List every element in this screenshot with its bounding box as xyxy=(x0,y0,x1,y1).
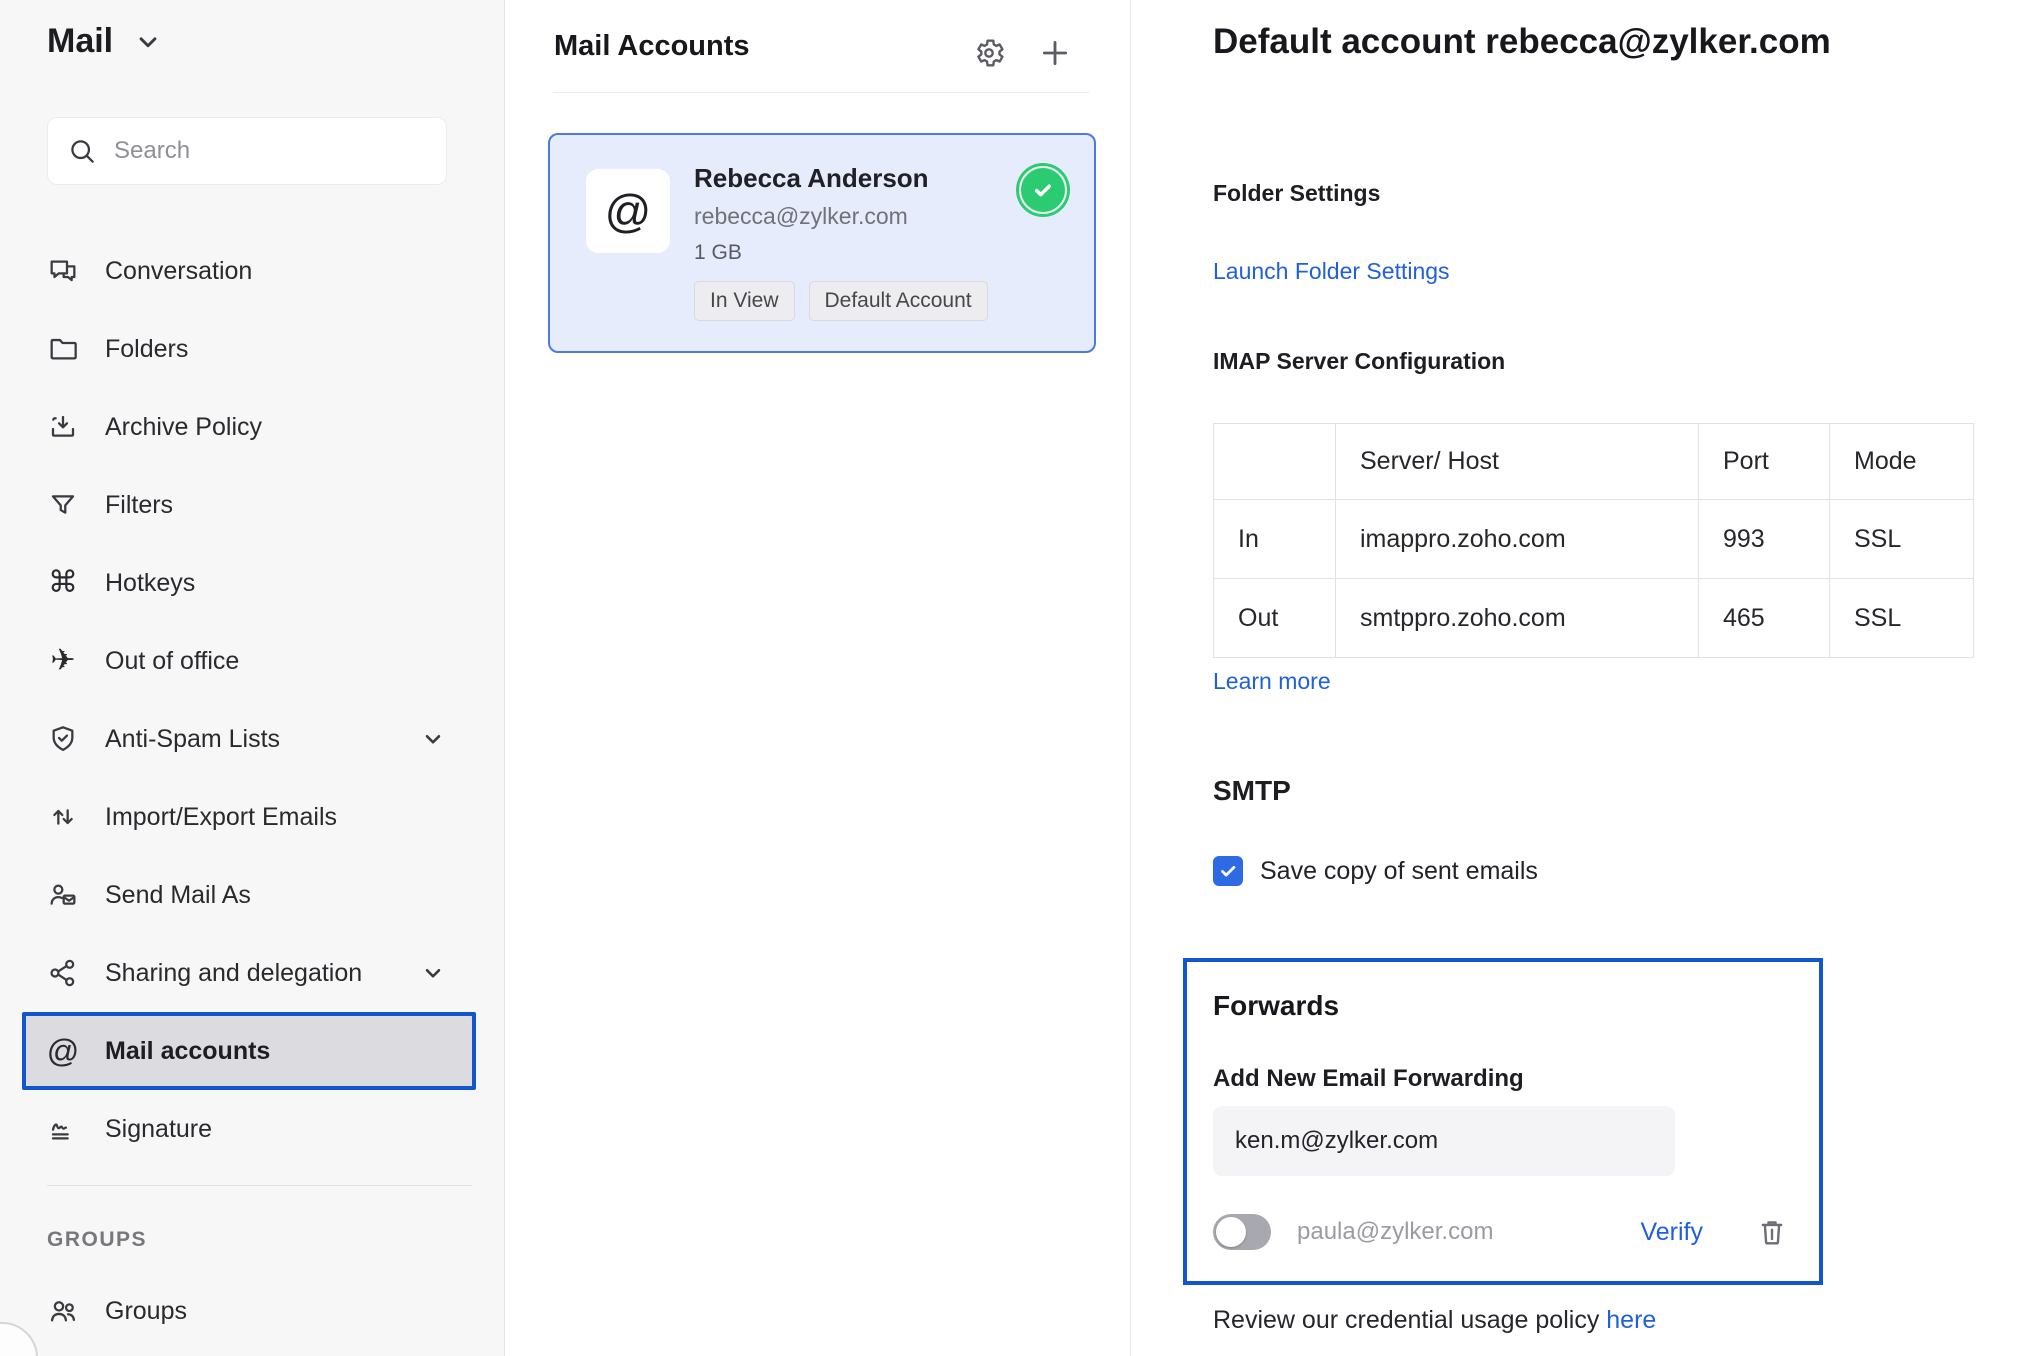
archive-icon xyxy=(47,411,79,443)
imap-config-heading: IMAP Server Configuration xyxy=(1213,348,1506,374)
pending-forward-row: paula@zylker.com Verify xyxy=(1213,1212,1789,1252)
account-detail-panel: Default account rebecca@zylker.com Folde… xyxy=(1132,0,2036,1356)
gear-icon[interactable] xyxy=(972,36,1006,70)
chevron-down-icon[interactable] xyxy=(420,960,446,986)
command-icon: ⌘ xyxy=(48,566,78,599)
search-input[interactable] xyxy=(114,137,428,165)
sidebar-item-mail-accounts[interactable]: @ Mail accounts xyxy=(22,1012,476,1090)
cell-mode: SSL xyxy=(1829,578,1974,658)
cell-server: imappro.zoho.com xyxy=(1335,499,1699,579)
folder-settings-heading: Folder Settings xyxy=(1213,180,1381,206)
panel-divider xyxy=(553,92,1089,93)
sidebar-item-signature[interactable]: Signature xyxy=(0,1090,504,1168)
forward-email-input[interactable] xyxy=(1213,1106,1675,1176)
at-icon: @ xyxy=(46,1033,80,1069)
detail-title: Default account rebecca@zylker.com xyxy=(1213,22,1831,61)
plane-icon: ✈ xyxy=(50,644,76,677)
table-row-out: Out smtppro.zoho.com 465 SSL xyxy=(1213,578,1974,658)
forwards-heading: Forwards xyxy=(1213,990,1340,1021)
signature-icon xyxy=(47,1113,79,1145)
app-title: Mail xyxy=(47,22,114,60)
shield-check-icon xyxy=(47,723,79,755)
sidebar-item-filters[interactable]: Filters xyxy=(0,466,504,544)
panel-title: Mail Accounts xyxy=(554,30,750,62)
credential-policy-line: Review our credential usage policy here xyxy=(1213,1306,1656,1335)
sidebar-item-hotkeys[interactable]: ⌘ Hotkeys xyxy=(0,544,504,622)
forward-toggle-off[interactable] xyxy=(1213,1214,1271,1250)
folder-icon xyxy=(47,333,79,365)
imap-config-table: Server/ Host Port Mode In imappro.zoho.c… xyxy=(1213,423,1974,658)
people-icon xyxy=(47,1295,79,1327)
cell-direction: In xyxy=(1213,499,1336,579)
badge-default-account: Default Account xyxy=(808,281,988,321)
panel-actions xyxy=(972,36,1072,70)
cell-mode: SSL xyxy=(1829,499,1974,579)
mail-accounts-panel: Mail Accounts @ Rebecca Anderson rebecca… xyxy=(506,0,1131,1356)
table-header-port: Port xyxy=(1698,423,1830,500)
chevron-down-icon[interactable] xyxy=(420,726,446,752)
sidebar-item-send-mail-as[interactable]: Send Mail As xyxy=(0,856,504,934)
cell-direction: Out xyxy=(1213,578,1336,658)
account-card[interactable]: @ Rebecca Anderson rebecca@zylker.com 1 … xyxy=(548,133,1096,353)
search-icon xyxy=(66,135,98,167)
filter-icon xyxy=(47,489,79,521)
sidebar-item-anti-spam-lists[interactable]: Anti-Spam Lists xyxy=(0,700,504,778)
table-header-row: Server/ Host Port Mode xyxy=(1213,423,1974,500)
search-box xyxy=(47,117,447,185)
zoho-mail-settings-screen: Mail Conversation Folders xyxy=(0,0,2036,1356)
sidebar-item-archive-policy[interactable]: Archive Policy xyxy=(0,388,504,466)
trash-icon[interactable] xyxy=(1755,1215,1789,1249)
send-mail-as-icon xyxy=(47,879,79,911)
sidebar-item-sharing-and-delegation[interactable]: Sharing and delegation xyxy=(0,934,504,1012)
account-email: rebecca@zylker.com xyxy=(694,203,908,229)
policy-here-link[interactable]: here xyxy=(1606,1306,1656,1334)
badge-in-view: In View xyxy=(694,281,795,321)
sidebar-item-out-of-office[interactable]: ✈ Out of office xyxy=(0,622,504,700)
launch-folder-settings-link[interactable]: Launch Folder Settings xyxy=(1213,258,1450,285)
table-header-mode: Mode xyxy=(1829,423,1974,500)
app-switcher[interactable]: Mail xyxy=(47,22,163,61)
sidebar-item-import-export-emails[interactable]: Import/Export Emails xyxy=(0,778,504,856)
account-name: Rebecca Anderson xyxy=(694,163,929,193)
save-copy-checkbox-row[interactable]: Save copy of sent emails xyxy=(1213,856,1538,886)
conversation-icon xyxy=(47,255,79,287)
policy-text: Review our credential usage policy xyxy=(1213,1306,1607,1334)
pending-forward-email: paula@zylker.com xyxy=(1297,1218,1494,1245)
cell-server: smtppro.zoho.com xyxy=(1335,578,1699,658)
verify-link[interactable]: Verify xyxy=(1640,1218,1703,1247)
groups-section-header: GROUPS xyxy=(47,1228,148,1251)
account-avatar-at-icon: @ xyxy=(586,169,670,253)
save-copy-label: Save copy of sent emails xyxy=(1260,856,1538,885)
sidebar-item-conversation[interactable]: Conversation xyxy=(0,232,504,310)
add-account-icon[interactable] xyxy=(1038,36,1072,70)
learn-more-link[interactable]: Learn more xyxy=(1213,668,1331,695)
checkbox-checked-icon[interactable] xyxy=(1213,856,1243,886)
toggle-knob xyxy=(1216,1217,1246,1247)
sidebar-item-folders[interactable]: Folders xyxy=(0,310,504,388)
settings-sidebar: Mail Conversation Folders xyxy=(0,0,505,1356)
account-badges: In View Default Account xyxy=(694,281,988,321)
verified-check-icon xyxy=(1016,163,1070,217)
sidebar-item-groups[interactable]: Groups xyxy=(0,1272,504,1350)
add-forwarding-label: Add New Email Forwarding xyxy=(1213,1065,1524,1092)
sidebar-nav: Conversation Folders Archive Policy Filt… xyxy=(0,232,504,1168)
forwards-section: Forwards Add New Email Forwarding paula@… xyxy=(1183,958,1823,1285)
import-export-icon xyxy=(47,801,79,833)
table-header-empty xyxy=(1213,423,1336,500)
groups-section: Groups xyxy=(0,1272,504,1350)
share-icon xyxy=(47,957,79,989)
account-storage: 1 GB xyxy=(694,241,742,264)
chevron-down-icon xyxy=(133,27,163,57)
smtp-heading: SMTP xyxy=(1213,775,1291,806)
cell-port: 993 xyxy=(1698,499,1830,579)
table-row-in: In imappro.zoho.com 993 SSL xyxy=(1213,499,1974,579)
cell-port: 465 xyxy=(1698,578,1830,658)
table-header-server-host: Server/ Host xyxy=(1335,423,1699,500)
sidebar-divider xyxy=(47,1185,472,1186)
